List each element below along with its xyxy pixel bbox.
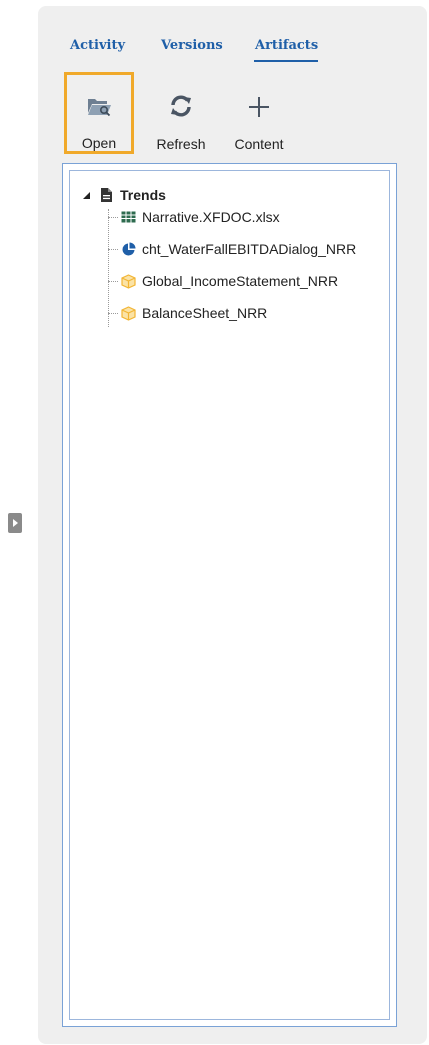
tab-versions[interactable]: Versions [161, 38, 223, 53]
content-button-label: Content [234, 136, 284, 152]
tree-node-label: cht_WaterFallEBITDADialog_NRR [142, 241, 357, 257]
cube-icon [120, 305, 136, 321]
content-button[interactable]: Content [226, 74, 292, 152]
spreadsheet-icon [120, 209, 136, 225]
tree-node-balance-sheet[interactable]: BalanceSheet_NRR [120, 302, 267, 324]
tree-node-narrative-xfdoc[interactable]: Narrative.XFDOC.xlsx [120, 206, 280, 228]
tree-view: Trends Narrative.XFDOC.xlsx cht_WaterFal… [69, 170, 390, 1020]
tree-connector [108, 217, 118, 218]
tree-connector [108, 313, 118, 314]
collapse-triangle-icon[interactable] [80, 191, 92, 200]
folder-open-icon [86, 79, 112, 117]
tab-artifacts[interactable]: Artifacts [255, 38, 318, 53]
artifacts-tree: Trends Narrative.XFDOC.xlsx cht_WaterFal… [62, 163, 397, 1027]
refresh-button[interactable]: Refresh [148, 74, 214, 152]
tree-node-label: Trends [120, 187, 166, 203]
open-button[interactable]: Open [64, 72, 134, 154]
artifacts-panel: Activity Versions Artifacts Open Refresh… [38, 6, 427, 1044]
tree-connector [108, 209, 109, 327]
tree-connector [108, 281, 118, 282]
tree-connector [108, 249, 118, 250]
active-tab-indicator [254, 60, 318, 62]
open-button-label: Open [81, 135, 117, 151]
tab-bar: Activity Versions Artifacts [38, 38, 427, 64]
toolbar: Open Refresh Content [38, 72, 427, 154]
chevron-right-icon [13, 519, 18, 527]
plus-icon [248, 80, 270, 118]
tree-node-label: Global_IncomeStatement_NRR [142, 273, 339, 289]
tab-activity[interactable]: Activity [70, 38, 125, 53]
expand-panel-handle[interactable] [8, 513, 22, 533]
tree-node-label: Narrative.XFDOC.xlsx [142, 209, 280, 225]
tree-node-waterfall-chart[interactable]: cht_WaterFallEBITDADialog_NRR [120, 238, 356, 260]
tree-node-label: BalanceSheet_NRR [142, 305, 268, 321]
tree-node-trends[interactable]: Trends [80, 184, 166, 206]
artifacts-window: Activity Versions Artifacts Open Refresh… [0, 0, 429, 1045]
tree-node-global-income-statement[interactable]: Global_IncomeStatement_NRR [120, 270, 338, 292]
refresh-button-label: Refresh [156, 136, 206, 152]
refresh-icon [169, 80, 193, 118]
pie-chart-icon [120, 241, 136, 257]
cube-icon [120, 273, 136, 289]
document-icon [98, 187, 114, 203]
